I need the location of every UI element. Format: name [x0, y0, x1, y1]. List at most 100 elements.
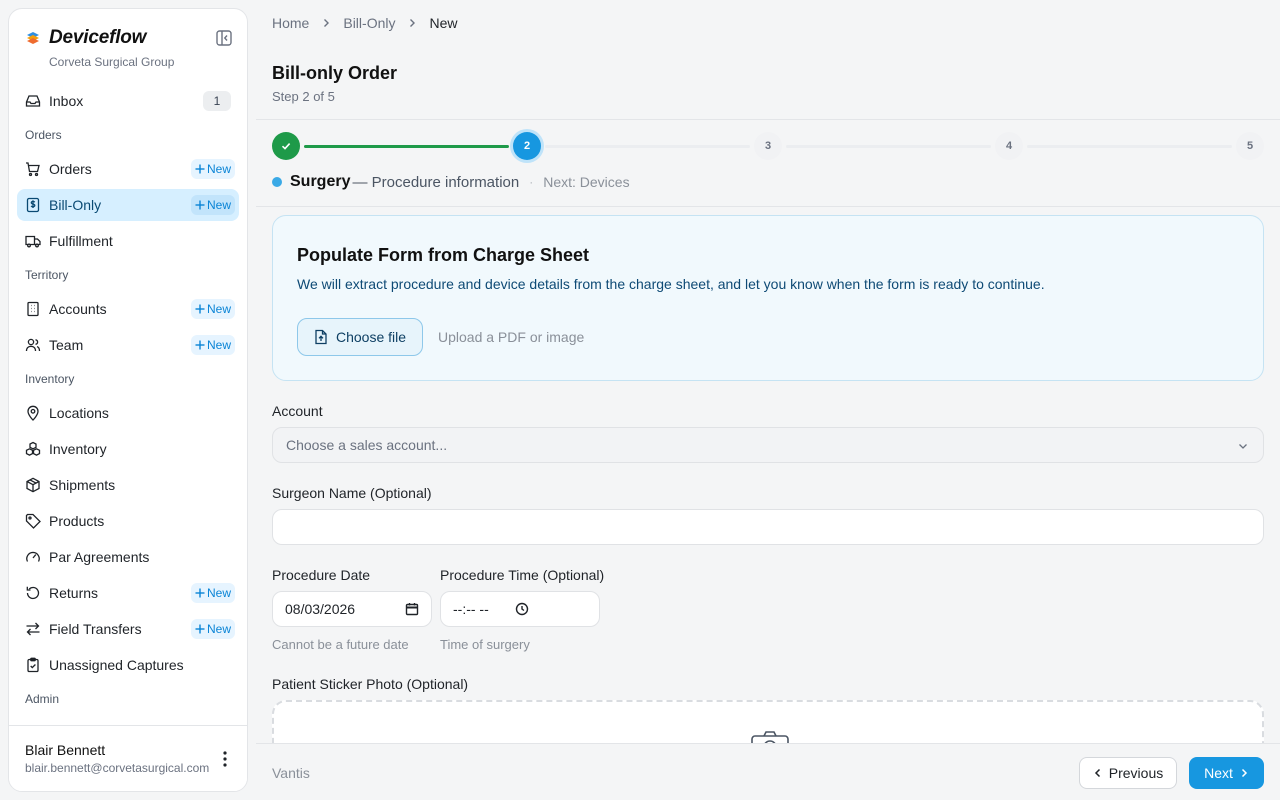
plus-icon [195, 164, 205, 174]
step-3[interactable]: 3 [754, 132, 782, 160]
footer-brand: Vantis [272, 765, 310, 781]
new-team-member-button[interactable]: New [190, 335, 235, 355]
sidebar-item-accounts[interactable]: Accounts New [17, 293, 239, 325]
plus-icon [195, 304, 205, 314]
tag-icon [25, 513, 41, 529]
new-label: New [206, 622, 231, 636]
breadcrumb: Home Bill-Only New [272, 15, 458, 31]
clock-icon[interactable] [515, 602, 529, 616]
package-icon [26, 477, 40, 493]
camera-icon [751, 731, 789, 743]
choose-file-button[interactable]: Choose file [297, 318, 424, 356]
next-label: Next [1204, 765, 1233, 781]
step-connector-4 [1027, 145, 1232, 148]
new-return-button[interactable]: New [190, 583, 235, 603]
sidebar-item-label: Team [49, 337, 84, 353]
procedure-date-hint: Cannot be a future date [272, 637, 409, 652]
current-step-description: — Procedure information [352, 173, 520, 191]
collapse-sidebar-icon[interactable] [215, 29, 233, 47]
sidebar-item-inventory[interactable]: Inventory [17, 433, 239, 465]
user-profile[interactable]: Blair Bennett blair.bennett@corvetasurgi… [9, 725, 247, 791]
previous-label: Previous [1108, 765, 1164, 781]
file-upload-icon [315, 329, 327, 345]
step-2-current[interactable]: 2 [513, 132, 541, 160]
step-1-completed[interactable] [272, 132, 300, 160]
sidebar-item-orders[interactable]: Orders New [17, 153, 239, 185]
sidebar-item-fulfillment[interactable]: Fulfillment [17, 225, 239, 257]
chevron-right-icon [324, 19, 330, 27]
breadcrumb-bill-only[interactable]: Bill-Only [343, 15, 395, 31]
step-connector-2 [545, 145, 750, 148]
plus-icon [195, 200, 205, 210]
step-5[interactable]: 5 [1236, 132, 1264, 160]
plus-icon [195, 340, 205, 350]
previous-button[interactable]: Previous [1079, 757, 1177, 789]
sidebar-item-label: Fulfillment [49, 233, 113, 249]
sidebar: Deviceflow Corveta Surgical Group Inbox … [8, 8, 248, 792]
chevron-right-icon [410, 19, 416, 27]
charge-sheet-card: Populate Form from Charge Sheet We will … [272, 215, 1264, 381]
sidebar-item-inbox[interactable]: Inbox 1 [17, 85, 239, 117]
next-button[interactable]: Next [1189, 757, 1264, 789]
receipt-dollar-icon [26, 197, 40, 213]
rotate-ccw-icon [26, 586, 40, 600]
main-content: Home Bill-Only New Bill-only Order Step … [256, 0, 1280, 800]
account-select[interactable]: Choose a sales account... [272, 427, 1264, 463]
new-order-button[interactable]: New [190, 159, 235, 179]
procedure-time-value: --:-- -- [453, 601, 489, 617]
gauge-icon [26, 551, 40, 562]
section-header-inventory: Inventory [25, 372, 75, 386]
procedure-date-input[interactable]: 08/03/2026 [272, 591, 432, 627]
upload-hint: Upload a PDF or image [438, 329, 585, 345]
new-label: New [206, 162, 231, 176]
sidebar-item-label: Unassigned Captures [49, 657, 184, 673]
account-label: Account [272, 403, 323, 419]
user-email: blair.bennett@corvetasurgical.com [25, 761, 210, 775]
procedure-time-input[interactable]: --:-- -- [440, 591, 600, 627]
sidebar-item-shipments[interactable]: Shipments [17, 469, 239, 501]
new-account-button[interactable]: New [190, 299, 235, 319]
new-bill-only-button[interactable]: New [190, 195, 235, 215]
step-connector-3 [786, 145, 991, 148]
new-label: New [206, 198, 231, 212]
section-header-orders: Orders [25, 128, 62, 142]
sidebar-item-label: Inventory [49, 441, 107, 457]
surgeon-name-input[interactable] [272, 509, 1264, 545]
brand[interactable]: Deviceflow [25, 27, 146, 49]
calendar-icon[interactable] [405, 602, 419, 616]
sidebar-item-label: Orders [49, 161, 92, 177]
current-step-name: Surgery [290, 173, 351, 190]
step-caption: Surgery — Procedure information · Next: … [272, 173, 630, 191]
procedure-time-hint: Time of surgery [440, 637, 530, 652]
sidebar-item-returns[interactable]: Returns New [17, 577, 239, 609]
breadcrumb-home[interactable]: Home [272, 15, 309, 31]
inbox-count-badge: 1 [203, 91, 231, 111]
sidebar-item-label: Products [49, 513, 105, 529]
check-icon [281, 143, 291, 150]
brand-name: Deviceflow [49, 27, 147, 48]
page-step-text: Step 2 of 5 [272, 89, 335, 104]
chevron-left-icon [1094, 768, 1100, 778]
sidebar-item-field-transfers[interactable]: Field Transfers New [17, 613, 239, 645]
sidebar-item-locations[interactable]: Locations [17, 397, 239, 429]
section-header-territory: Territory [25, 268, 69, 282]
current-step-dot [272, 177, 282, 187]
sidebar-item-products[interactable]: Products [17, 505, 239, 537]
truck-icon [25, 235, 41, 248]
step-connector-1 [304, 145, 509, 148]
section-header-admin: Admin [25, 692, 60, 706]
new-field-transfer-button[interactable]: New [190, 619, 235, 639]
step-4[interactable]: 4 [995, 132, 1023, 160]
sidebar-nav: Inbox 1 Orders Orders New Bill-Only New … [17, 85, 239, 717]
sidebar-item-label: Field Transfers [49, 621, 142, 637]
patient-sticker-dropzone[interactable] [272, 700, 1264, 743]
account-select-placeholder: Choose a sales account... [286, 437, 448, 453]
sidebar-item-unassigned-captures[interactable]: Unassigned Captures [17, 649, 239, 681]
page-title: Bill-only Order [272, 63, 398, 83]
sidebar-item-bill-only[interactable]: Bill-Only New [17, 189, 239, 221]
procedure-date-value: 08/03/2026 [285, 601, 356, 617]
more-vertical-icon[interactable] [217, 750, 233, 768]
users-icon [25, 338, 41, 352]
sidebar-item-par-agreements[interactable]: Par Agreements [17, 541, 239, 573]
sidebar-item-team[interactable]: Team New [17, 329, 239, 361]
